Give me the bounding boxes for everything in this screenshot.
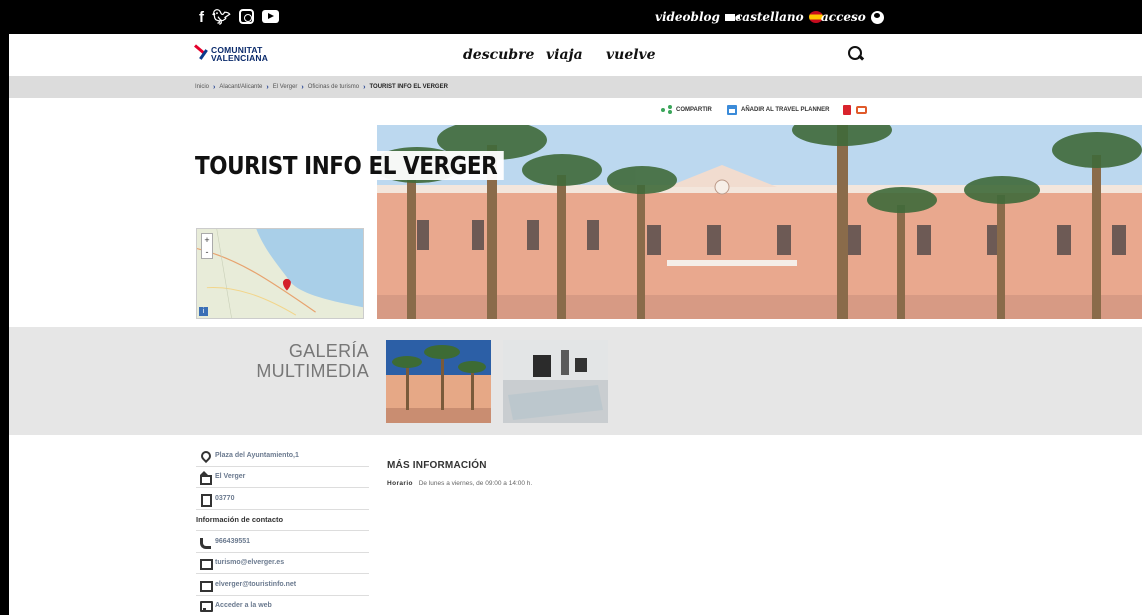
twitter-icon[interactable]: 🐦︎	[212, 8, 231, 26]
mail-icon	[200, 558, 213, 571]
email-text: elverger@touristinfo.net	[215, 580, 297, 588]
map-tiles	[197, 229, 363, 318]
language-selector[interactable]: castellano	[735, 10, 823, 24]
map-info-icon[interactable]: i	[199, 307, 208, 316]
contact-info-list: Plaza del Ayuntamiento,1 El Verger 03770…	[196, 445, 369, 615]
logo-text: COMUNITAT VALENCIANA	[211, 45, 269, 63]
chevron-right-icon: ›	[363, 83, 366, 91]
email-text: turismo@elverger.es	[215, 559, 285, 567]
access-label: acceso	[821, 10, 866, 24]
breadcrumb-item[interactable]: El Verger	[273, 84, 298, 90]
user-icon	[870, 10, 884, 24]
phone-icon	[200, 537, 211, 549]
location-map[interactable]: + - i	[196, 228, 364, 319]
gallery-thumbnail[interactable]	[503, 340, 608, 423]
language-label: castellano	[735, 10, 804, 24]
gallery-thumbnail[interactable]	[386, 340, 491, 423]
travel-planner-button[interactable]: AÑADIR AL TRAVEL PLANNER	[727, 105, 829, 115]
mail-icon	[200, 580, 213, 592]
breadcrumb-item[interactable]: Alacant/Alicante	[219, 84, 262, 90]
map-pin-icon	[200, 451, 209, 460]
address-row: Plaza del Ayuntamiento,1	[196, 445, 369, 467]
address-text: Plaza del Ayuntamiento,1	[215, 451, 299, 459]
nav-vuelve[interactable]: vuelve	[606, 47, 656, 63]
chevron-right-icon: ›	[213, 83, 216, 91]
social-links: f 🐦︎	[199, 8, 280, 26]
site-header: COMUNITAT VALENCIANA descubre viaja vuel…	[9, 34, 1142, 76]
instagram-icon[interactable]	[239, 9, 255, 24]
youtube-icon[interactable]	[262, 10, 280, 23]
print-icon[interactable]	[856, 106, 867, 114]
postal-code-row: 03770	[196, 488, 369, 510]
home-icon	[200, 471, 212, 486]
schedule-value: De lunes a viernes, de 09:00 a 14:00 h.	[418, 480, 533, 487]
zoom-in-button[interactable]: +	[202, 234, 212, 246]
access-link[interactable]: acceso	[821, 10, 884, 24]
breadcrumb-item[interactable]: Oficinas de turismo	[308, 84, 359, 90]
zoom-out-button[interactable]: -	[202, 246, 212, 258]
share-button[interactable]: COMPARTIR	[661, 105, 712, 114]
page-title: TOURIST INFO EL VERGER	[195, 147, 505, 183]
town-text: El Verger	[215, 473, 246, 481]
facebook-icon[interactable]: f	[199, 8, 204, 26]
breadcrumb-item[interactable]: Inicio	[195, 84, 209, 90]
more-info-title: MÁS INFORMACIÓN	[387, 460, 487, 471]
video-camera-icon	[724, 13, 740, 21]
breadcrumb-current: TOURIST INFO EL VERGER	[369, 84, 448, 90]
gallery-section: GALERÍA MULTIMEDIA	[9, 327, 1142, 435]
postal-code-text: 03770	[215, 494, 235, 502]
schedule-label: Horario	[387, 480, 413, 487]
monitor-icon	[200, 601, 213, 613]
pdf-icon[interactable]	[843, 105, 851, 115]
breadcrumb: Inicio › Alacant/Alicante › El Verger › …	[9, 76, 1142, 98]
website-text: Acceder a la web	[215, 602, 272, 610]
contact-heading: Información de contacto	[196, 510, 369, 531]
logo-mark-icon	[195, 44, 209, 64]
chevron-right-icon: ›	[266, 83, 269, 91]
videoblog-link[interactable]: videoblog	[655, 10, 740, 24]
page-title-text: TOURIST INFO EL VERGER	[195, 150, 505, 180]
phone-row[interactable]: 966439551	[196, 531, 369, 553]
share-label: COMPARTIR	[676, 106, 712, 113]
calendar-icon	[727, 105, 737, 115]
document-icon	[200, 493, 212, 507]
comunitat-valenciana-logo[interactable]: COMUNITAT VALENCIANA	[195, 44, 268, 64]
nav-viaja[interactable]: viaja	[546, 47, 583, 63]
gallery-title: GALERÍA MULTIMEDIA	[256, 341, 369, 381]
chevron-right-icon: ›	[301, 83, 304, 91]
page: f 🐦︎ videoblog castellano acceso COMUNIT…	[9, 0, 1142, 615]
schedule: Horario De lunes a viernes, de 09:00 a 1…	[387, 480, 532, 487]
email-row[interactable]: turismo@elverger.es	[196, 553, 369, 574]
phone-text: 966439551	[215, 537, 251, 545]
email-row[interactable]: elverger@touristinfo.net	[196, 574, 369, 596]
videoblog-label: videoblog	[655, 10, 720, 24]
town-row: El Verger	[196, 467, 369, 488]
map-zoom-controls: + -	[201, 233, 213, 259]
nav-descubre[interactable]: descubre	[463, 47, 534, 63]
top-bar: f 🐦︎ videoblog castellano acceso	[9, 0, 1142, 34]
website-link[interactable]: Acceder a la web	[196, 596, 369, 615]
search-icon[interactable]	[848, 46, 863, 61]
travel-planner-label: AÑADIR AL TRAVEL PLANNER	[741, 107, 830, 113]
share-icon	[661, 105, 672, 114]
more-info-section: MÁS INFORMACIÓN Horario De lunes a viern…	[387, 460, 532, 487]
